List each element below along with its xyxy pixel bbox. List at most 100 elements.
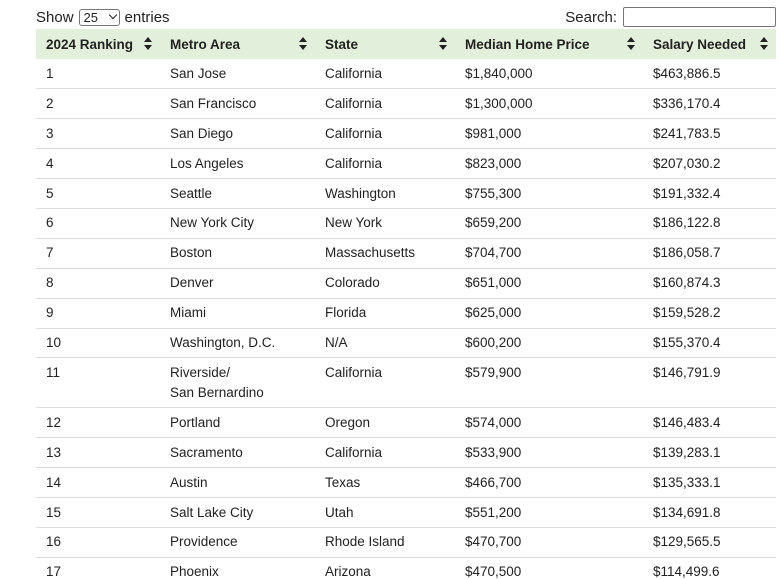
metro-area-cell: San Jose — [160, 59, 315, 89]
state-cell-text: N/A — [325, 334, 348, 350]
header-row: 2024 Ranking Metro Area State Median Home P… — [36, 29, 776, 59]
metro-area-cell: Los Angeles — [160, 149, 315, 179]
rank-cell-text: 2 — [46, 95, 54, 111]
rank-cell: 2 — [36, 89, 160, 119]
rank-cell: 6 — [36, 208, 160, 238]
column-header-label: Median Home Price — [465, 36, 590, 52]
sort-icon[interactable] — [760, 37, 768, 51]
metro-area-cell: Austin — [160, 468, 315, 498]
entries-select[interactable]: 25 — [78, 8, 120, 26]
sort-up-icon — [760, 37, 768, 42]
sort-icon[interactable] — [299, 37, 307, 51]
metro-area-cell-text: Providence — [170, 534, 238, 550]
median-home-price-cell-text: $600,200 — [465, 334, 522, 350]
rank-cell-text: 5 — [46, 185, 54, 201]
state-cell: New York — [315, 208, 455, 238]
metro-area-cell: Portland — [160, 408, 315, 438]
column-header-label: Metro Area — [170, 36, 241, 52]
sort-down-icon — [760, 45, 768, 50]
table-row: 2 San Francisco California $1,300,000 $336,1… — [36, 89, 776, 119]
sort-icon[interactable] — [144, 37, 152, 51]
salary-needed-cell: $191,332.4 — [643, 179, 776, 209]
salary-needed-cell: $135,333.1 — [643, 468, 776, 498]
column-header-sortable[interactable]: Metro Area — [160, 29, 315, 59]
sort-up-icon — [299, 37, 307, 42]
metro-area-cell: Providence — [160, 527, 315, 557]
metro-area-cell-text: Riverside/ — [170, 365, 231, 381]
metro-area-cell-text: Denver — [170, 275, 214, 291]
sort-icon[interactable] — [627, 37, 635, 51]
table-row: 7 Boston Massachusetts $704,700 $186,058.7 — [36, 238, 776, 269]
entries-label: entries — [124, 8, 170, 26]
state-cell: California — [315, 89, 455, 119]
median-home-price-cell: $823,000 — [455, 149, 643, 179]
rank-cell-text: 6 — [46, 215, 54, 231]
sort-icon[interactable] — [439, 37, 447, 51]
rank-cell: 16 — [36, 527, 160, 557]
metro-area-cell-text: Salt Lake City — [170, 504, 254, 520]
entries-select-value: 25 — [83, 9, 98, 25]
median-home-price-cell: $1,840,000 — [455, 59, 643, 89]
salary-needed-cell: $146,483.4 — [643, 408, 776, 438]
salary-needed-cell: $186,058.7 — [643, 238, 776, 268]
rank-cell: 7 — [36, 238, 160, 268]
salary-needed-cell: $129,565.5 — [643, 527, 776, 557]
salary-needed-cell: $207,030.2 — [643, 149, 776, 179]
salary-needed-cell-text: $463,886.5 — [653, 65, 721, 81]
salary-needed-cell-text: $129,565.5 — [653, 534, 721, 550]
table-row: 4 Los Angeles California $823,000 $207,030.2 — [36, 149, 776, 179]
median-home-price-cell: $1,300,000 — [455, 89, 643, 119]
metro-area-cell-text: Boston — [170, 245, 213, 261]
median-home-price-cell-text: $1,840,000 — [465, 65, 533, 81]
rank-cell-text: 8 — [46, 275, 54, 291]
salary-needed-cell-text: $241,783.5 — [653, 125, 721, 141]
median-home-price-cell: $651,000 — [455, 268, 643, 298]
salary-needed-cell-text: $155,370.4 — [653, 334, 721, 350]
median-home-price-cell-text: $651,000 — [465, 275, 522, 291]
salary-needed-cell: $186,122.8 — [643, 208, 776, 238]
salary-needed-cell: $139,283.1 — [643, 438, 776, 468]
salary-needed-cell: $155,370.4 — [643, 328, 776, 358]
rank-cell: 3 — [36, 119, 160, 149]
search-input[interactable] — [623, 7, 776, 27]
sort-down-icon — [144, 45, 152, 50]
rank-cell-text: 10 — [46, 334, 62, 350]
column-header-label: Salary Needed — [653, 36, 747, 52]
column-header-sortable[interactable]: State — [315, 29, 455, 59]
state-cell-text: New York — [325, 215, 383, 231]
sort-down-icon — [439, 45, 447, 50]
table-row: 16 Providence Rhode Island $470,700 $129,565… — [36, 527, 776, 558]
table-row: 5 Seattle Washington $755,300 $191,332.4 — [36, 179, 776, 209]
show-label: Show — [36, 8, 74, 26]
rank-cell: 15 — [36, 498, 160, 528]
column-header-sortable[interactable]: Salary Needed — [643, 29, 776, 59]
state-cell-text: Oregon — [325, 414, 371, 430]
table-row: 1 San Jose California $1,840,000 $463,886.5 — [36, 59, 776, 89]
rank-cell: 5 — [36, 179, 160, 209]
rank-cell-text: 3 — [46, 125, 54, 141]
rank-cell: 13 — [36, 438, 160, 468]
median-home-price-cell-text: $470,500 — [465, 564, 522, 579]
column-header-sortable[interactable]: Median Home Price — [455, 29, 643, 59]
state-cell-text: Massachusetts — [325, 245, 416, 261]
salary-needed-cell: $146,791.9 — [643, 358, 776, 408]
metro-area-cell-text: Miami — [170, 305, 206, 321]
column-header-sortable[interactable]: 2024 Ranking — [36, 29, 160, 59]
state-cell: Massachusetts — [315, 238, 455, 268]
table-row: 12 Portland Oregon $574,000 $146,483.4 — [36, 408, 776, 438]
metro-area-cell: Miami — [160, 298, 315, 328]
metro-area-cell: Phoenix — [160, 557, 315, 579]
rank-cell: 14 — [36, 468, 160, 498]
metro-area-cell-text: Seattle — [170, 185, 213, 201]
metro-area-cell-text: San Diego — [170, 125, 234, 141]
salary-needed-cell-text: $186,058.7 — [653, 245, 721, 261]
median-home-price-cell-text: $470,700 — [465, 534, 522, 550]
median-home-price-cell-text: $574,000 — [465, 414, 522, 430]
sort-down-icon — [299, 45, 307, 50]
median-home-price-cell: $574,000 — [455, 408, 643, 438]
table-row: 9 Miami Florida $625,000 $159,528.2 — [36, 298, 776, 329]
metro-area-cell-text: Austin — [170, 474, 208, 490]
state-cell-text: Florida — [325, 305, 367, 321]
median-home-price-cell: $981,000 — [455, 119, 643, 149]
median-home-price-cell: $755,300 — [455, 179, 643, 209]
